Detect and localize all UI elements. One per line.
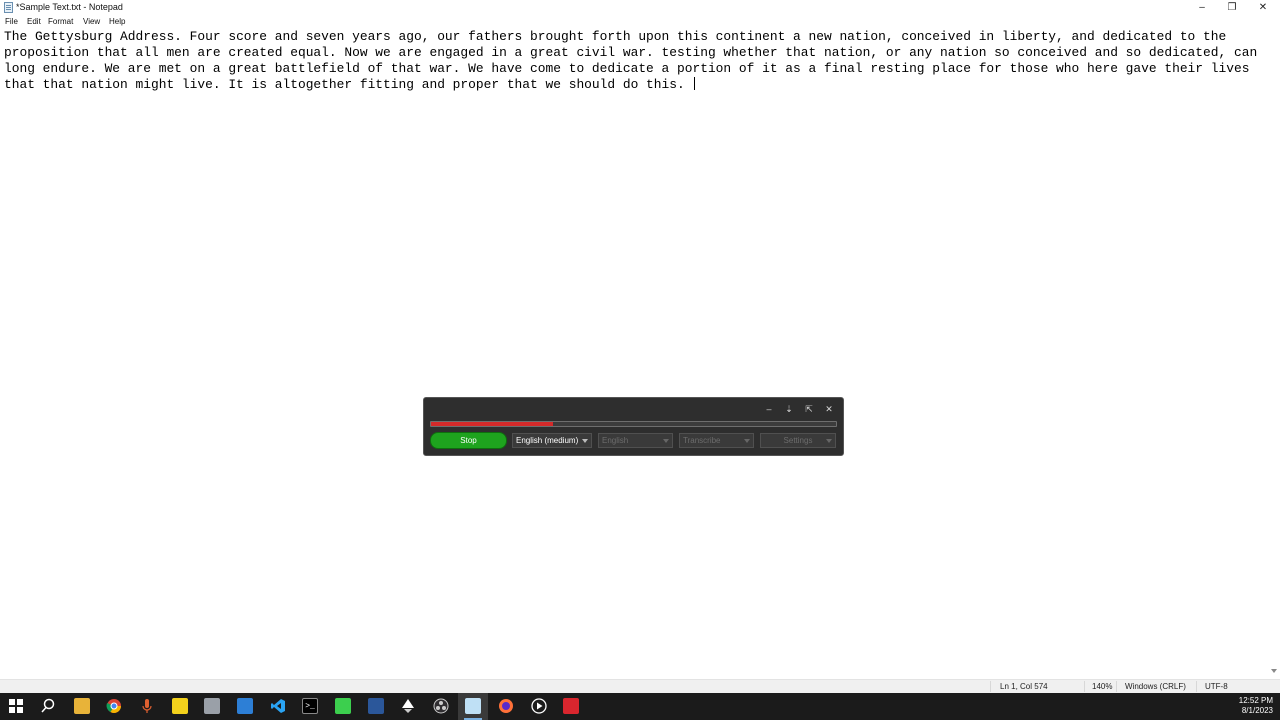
notepad-icon — [4, 2, 13, 13]
chevron-down-icon — [826, 439, 832, 443]
chevron-down-icon — [663, 439, 669, 443]
restore-button[interactable]: ❐ — [1217, 0, 1247, 15]
status-divider — [1196, 681, 1197, 692]
audio-level-bar — [430, 421, 837, 427]
scroll-down-arrow-icon[interactable] — [1271, 669, 1277, 673]
chevron-down-icon — [582, 439, 588, 443]
word-icon[interactable] — [368, 698, 384, 714]
search-icon[interactable] — [40, 698, 56, 714]
task-select[interactable]: Transcribe — [679, 433, 754, 448]
media-player-icon[interactable] — [531, 698, 547, 714]
settings-label: Settings — [783, 436, 813, 445]
transcription-widget: – ⇣ ⇱ ✕ Stop English (medium) English Tr… — [423, 397, 844, 456]
menu-edit[interactable]: Edit — [27, 16, 41, 27]
task-select-value: Transcribe — [683, 436, 721, 445]
widget-pin-button[interactable]: ⇣ — [782, 403, 796, 416]
stop-button[interactable]: Stop — [430, 432, 507, 449]
status-bar: Ln 1, Col 574 140% Windows (CRLF) UTF-8 — [0, 679, 1280, 693]
text-caret — [694, 77, 696, 90]
window-title: *Sample Text.txt - Notepad — [16, 2, 123, 12]
red-app-icon[interactable] — [563, 698, 579, 714]
notepad-icon — [465, 698, 481, 714]
line-ending: Windows (CRLF) — [1125, 682, 1186, 691]
clock-date: 8/1/2023 — [1241, 706, 1273, 715]
microphone-icon[interactable] — [139, 698, 155, 714]
sticky-notes-icon[interactable] — [172, 698, 188, 714]
system-clock[interactable]: 12:52 PM 8/1/2023 — [1239, 696, 1273, 716]
taskbar: >_ 12:52 PM 8/1/2023 — [0, 693, 1280, 720]
menu-bar: File Edit Format View Help — [0, 15, 1280, 28]
firefox-icon[interactable] — [498, 698, 514, 714]
audio-level-fill — [431, 422, 553, 426]
windows-start-icon[interactable] — [8, 698, 24, 714]
app-icon[interactable] — [204, 698, 220, 714]
status-divider — [1084, 681, 1085, 692]
widget-minimize-button[interactable]: – — [762, 403, 776, 416]
inkscape-icon[interactable] — [400, 698, 416, 714]
encoding: UTF-8 — [1205, 682, 1228, 691]
model-select[interactable]: English (medium) — [512, 433, 592, 448]
language-select[interactable]: English — [598, 433, 673, 448]
text-editor[interactable]: The Gettysburg Address. Four score and s… — [4, 29, 1266, 674]
status-divider — [990, 681, 991, 692]
language-select-value: English — [602, 436, 629, 445]
settings-button[interactable]: Settings — [760, 433, 836, 448]
status-divider — [1116, 681, 1117, 692]
widget-close-button[interactable]: ✕ — [822, 403, 836, 416]
zoom-level: 140% — [1092, 682, 1113, 691]
clock-time: 12:52 PM — [1238, 696, 1273, 705]
vscode-icon[interactable] — [270, 698, 286, 714]
vertical-scrollbar[interactable] — [1268, 29, 1280, 679]
outlook-icon[interactable] — [237, 698, 253, 714]
editor-text: The Gettysburg Address. Four score and s… — [4, 29, 1265, 92]
menu-help[interactable]: Help — [109, 16, 125, 27]
file-explorer-icon[interactable] — [74, 698, 90, 714]
menu-file[interactable]: File — [5, 16, 18, 27]
menu-format[interactable]: Format — [48, 16, 73, 27]
title-bar: *Sample Text.txt - Notepad – ❐ ✕ — [0, 0, 1280, 15]
menu-view[interactable]: View — [83, 16, 100, 27]
chevron-down-icon — [744, 439, 750, 443]
chrome-icon[interactable] — [106, 698, 122, 714]
green-app-icon[interactable] — [335, 698, 351, 714]
widget-expand-button[interactable]: ⇱ — [802, 403, 816, 416]
cursor-position: Ln 1, Col 574 — [1000, 682, 1048, 691]
terminal-icon[interactable]: >_ — [302, 698, 318, 714]
minimize-button[interactable]: – — [1187, 0, 1217, 15]
model-select-value: English (medium) — [516, 436, 579, 445]
obs-icon[interactable] — [433, 698, 449, 714]
notepad-taskbar-button[interactable] — [458, 693, 488, 720]
close-button[interactable]: ✕ — [1248, 0, 1278, 15]
